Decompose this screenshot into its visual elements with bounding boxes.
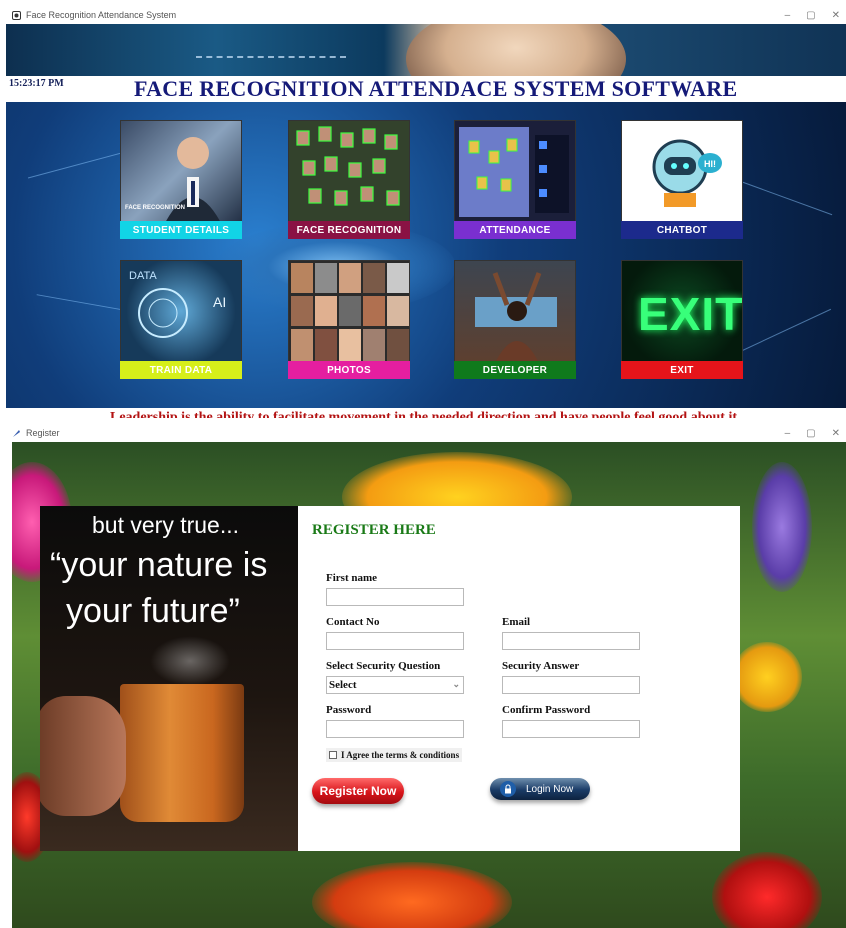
- close-icon[interactable]: ✕: [832, 428, 840, 439]
- password-field[interactable]: [326, 720, 464, 738]
- contact-field[interactable]: [326, 632, 464, 650]
- attendance-button[interactable]: ATTENDANCE: [454, 221, 576, 239]
- bg-flower: [752, 462, 812, 592]
- exit-sign-icon: EXIT: [621, 260, 743, 362]
- bg-circuit-line: [36, 294, 126, 311]
- page-title: FACE RECOGNITION ATTENDACE SYSTEM SOFTWA…: [134, 76, 738, 101]
- quote-line-2: “your nature is: [50, 546, 268, 584]
- form-title: REGISTER HERE: [312, 522, 436, 538]
- minimize-icon[interactable]: –: [785, 428, 791, 439]
- tile-developer[interactable]: DEVELOPER: [454, 260, 576, 379]
- contact-label: Contact No: [326, 616, 380, 628]
- maximize-icon[interactable]: ▢: [806, 428, 815, 439]
- tile-chatbot[interactable]: HI! CHATBOT: [621, 120, 743, 239]
- chevron-down-icon: ⌄: [452, 679, 460, 689]
- tile-photos[interactable]: PHOTOS: [288, 260, 410, 379]
- student-photo-icon: FACE RECOGNITION: [120, 120, 242, 222]
- security-question-value: Select: [329, 679, 357, 691]
- security-question-label: Select Security Question: [326, 660, 441, 672]
- background-tech-image: FACE RECOGNITION STUDENT DETAILS FACE RE…: [6, 102, 846, 418]
- confirm-password-field[interactable]: [502, 720, 640, 738]
- coffee-mug-image: [120, 684, 244, 822]
- password-label: Password: [326, 704, 372, 716]
- quote-panel: but very true... “your nature is your fu…: [40, 506, 302, 851]
- lock-icon: [500, 781, 516, 797]
- student-details-button[interactable]: STUDENT DETAILS: [120, 221, 242, 239]
- email-label: Email: [502, 616, 531, 628]
- exit-button[interactable]: EXIT: [621, 361, 743, 379]
- developer-button[interactable]: DEVELOPER: [454, 361, 576, 379]
- terms-label: I Agree the terms & conditions: [341, 750, 460, 760]
- quote-line-3: your future”: [66, 592, 240, 630]
- bg-flower: [712, 852, 822, 928]
- register-now-button[interactable]: Register Now: [312, 778, 404, 804]
- window-titlebar: Face Recognition Attendance System – ▢ ✕: [6, 6, 846, 24]
- robot-icon: HI!: [621, 120, 743, 222]
- banner-face-image: [406, 24, 626, 76]
- tile-attendance[interactable]: ATTENDANCE: [454, 120, 576, 239]
- register-window: Register – ▢ ✕ but very true... “your na…: [6, 424, 846, 928]
- first-name-field[interactable]: [326, 588, 464, 606]
- student-tile-caption: FACE RECOGNITION: [125, 205, 186, 211]
- tile-student-details[interactable]: FACE RECOGNITION STUDENT DETAILS: [120, 120, 242, 239]
- exit-sign-text: EXIT: [638, 288, 743, 340]
- header-banner: [6, 24, 846, 76]
- feather-icon: [12, 429, 21, 438]
- faces-grid-icon: [288, 120, 410, 222]
- tile-train-data[interactable]: AI DATA TRAIN DATA: [120, 260, 242, 379]
- confirm-password-label: Confirm Password: [502, 704, 591, 716]
- photos-button[interactable]: PHOTOS: [288, 361, 410, 379]
- window-controls: – ▢ ✕: [785, 6, 840, 24]
- attendance-main-window: Face Recognition Attendance System – ▢ ✕…: [6, 6, 846, 418]
- window-title: Register: [26, 428, 60, 438]
- window-controls: – ▢ ✕: [785, 424, 840, 442]
- svg-text:HI!: HI!: [704, 159, 716, 169]
- login-now-label: Login Now: [526, 783, 574, 795]
- window-title: Face Recognition Attendance System: [26, 10, 177, 20]
- security-answer-field[interactable]: [502, 676, 640, 694]
- attendance-screen-icon: [454, 120, 576, 222]
- login-now-button[interactable]: Login Now: [490, 778, 590, 800]
- terms-checkbox[interactable]: [329, 751, 337, 759]
- photo-collage-icon: [288, 260, 410, 362]
- data-globe-icon: AI DATA: [120, 260, 242, 362]
- tile-exit[interactable]: EXIT EXIT: [621, 260, 743, 379]
- banner-wave-graphic: [196, 42, 346, 58]
- svg-text:AI: AI: [213, 294, 226, 310]
- leadership-quote: Leadership is the ability to facilitate …: [110, 410, 737, 418]
- face-recognition-button[interactable]: FACE RECOGNITION: [288, 221, 410, 239]
- clock-label: 15:23:17 PM: [9, 78, 64, 89]
- bg-circuit-line: [730, 308, 832, 357]
- window-titlebar: Register – ▢ ✕: [6, 424, 846, 442]
- security-question-select[interactable]: Select ⌄: [326, 676, 464, 694]
- terms-checkbox-row[interactable]: I Agree the terms & conditions: [326, 748, 463, 762]
- minimize-icon[interactable]: –: [785, 10, 791, 21]
- quote-line-1: but very true...: [92, 512, 240, 538]
- app-icon: [12, 10, 21, 20]
- first-name-label: First name: [326, 572, 378, 584]
- chatbot-button[interactable]: CHATBOT: [621, 221, 743, 239]
- quote-strip: Leadership is the ability to facilitate …: [6, 408, 846, 418]
- register-form: REGISTER HERE First name Contact No Emai…: [298, 506, 740, 851]
- tile-face-recognition[interactable]: FACE RECOGNITION: [288, 120, 410, 239]
- steam-graphic: [150, 636, 230, 686]
- train-data-button[interactable]: TRAIN DATA: [120, 361, 242, 379]
- hand-image: [40, 696, 126, 816]
- email-field[interactable]: [502, 632, 640, 650]
- bg-flower: [312, 862, 512, 928]
- close-icon[interactable]: ✕: [832, 10, 840, 21]
- bg-flower: [732, 642, 802, 712]
- developer-photo-icon: [454, 260, 576, 362]
- maximize-icon[interactable]: ▢: [806, 10, 815, 21]
- svg-text:DATA: DATA: [129, 270, 157, 282]
- security-answer-label: Security Answer: [502, 660, 580, 672]
